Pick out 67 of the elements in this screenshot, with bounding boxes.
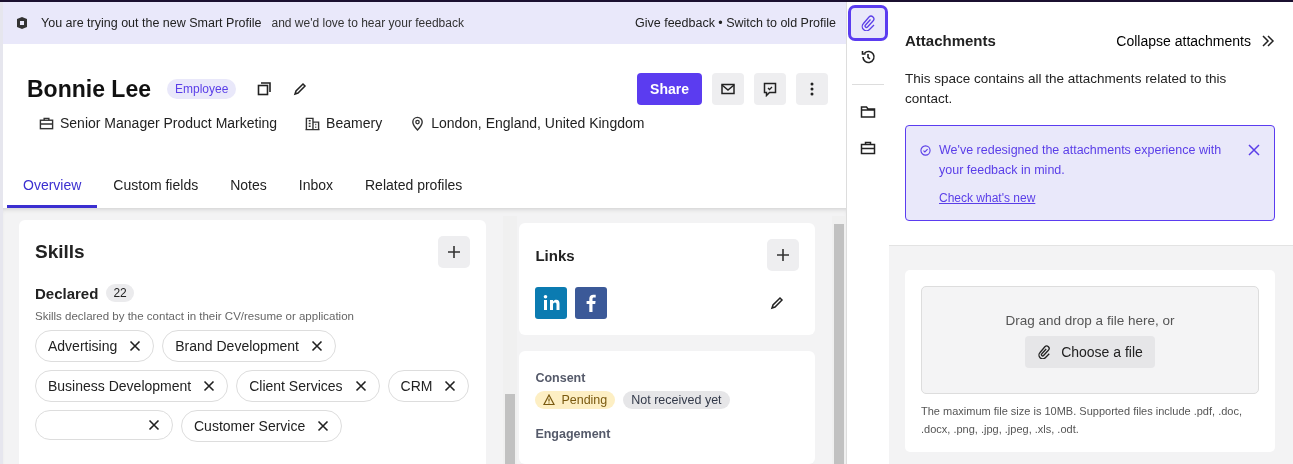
plus-icon[interactable] bbox=[775, 247, 791, 263]
folder-icon[interactable] bbox=[860, 104, 876, 120]
section-title: Declared bbox=[35, 284, 99, 302]
warning-icon bbox=[543, 394, 556, 406]
location-pin-icon bbox=[410, 115, 426, 131]
banner-subtext: and we'd love to hear your feedback bbox=[271, 16, 464, 30]
status-tag: Pending bbox=[535, 391, 616, 409]
share-button[interactable]: Share bbox=[637, 73, 702, 105]
profile-name: Bonnie Lee bbox=[27, 75, 151, 103]
envelope-icon[interactable] bbox=[720, 81, 736, 97]
message-button[interactable] bbox=[754, 73, 786, 105]
add-button[interactable] bbox=[438, 236, 471, 268]
scrollbar[interactable] bbox=[503, 216, 518, 464]
skills-title: Skills bbox=[35, 241, 85, 263]
whats-new-link[interactable]: Check what's new bbox=[939, 188, 1036, 208]
collapse-button[interactable]: Collapse attachments bbox=[1116, 32, 1275, 49]
section-hint: Skills declared by the contact in their CV/resume or application bbox=[35, 310, 355, 322]
copy-icon[interactable] bbox=[256, 81, 273, 97]
paperclip-icon[interactable] bbox=[1037, 344, 1052, 359]
profile-detail: Senior Manager Product Marketing bbox=[60, 115, 278, 131]
briefcase-icon bbox=[39, 115, 54, 131]
consent-label: Consent bbox=[535, 371, 587, 385]
drop-zone[interactable]: Drag and drop a file here, or Choose a file bbox=[921, 286, 1259, 394]
close-icon[interactable] bbox=[1248, 144, 1260, 156]
edit-icon[interactable] bbox=[769, 295, 785, 311]
paperclip-icon[interactable] bbox=[860, 15, 876, 31]
building-icon bbox=[305, 115, 321, 131]
choose-file-button[interactable]: Choose a file bbox=[1025, 335, 1155, 368]
remove-icon[interactable] bbox=[148, 419, 160, 431]
edit-icon[interactable] bbox=[292, 81, 309, 97]
scrollbar[interactable] bbox=[832, 216, 846, 464]
attachment-tab[interactable] bbox=[851, 8, 885, 38]
briefcase-icon[interactable] bbox=[860, 140, 876, 156]
history-icon[interactable] bbox=[860, 49, 876, 65]
profile-tab[interactable]: Inbox bbox=[282, 177, 349, 208]
check-circle-icon bbox=[920, 145, 931, 156]
remove-icon[interactable] bbox=[444, 380, 457, 392]
count-badge: 22 bbox=[106, 284, 134, 302]
feedback-links[interactable]: Give feedback • Switch to old Profile bbox=[635, 16, 836, 30]
email-button[interactable] bbox=[712, 73, 744, 105]
engagement-label: Engagement bbox=[535, 427, 612, 441]
remove-icon[interactable] bbox=[311, 340, 323, 352]
profile-detail: Beamery bbox=[326, 115, 383, 131]
remove-icon[interactable] bbox=[317, 420, 330, 432]
profile-detail: London, England, United Kingdom bbox=[431, 115, 645, 131]
banner-message: You are trying out the new Smart Profile bbox=[41, 16, 262, 30]
facebook-icon[interactable] bbox=[575, 287, 608, 319]
profile-tab[interactable]: Custom fields bbox=[97, 177, 215, 208]
logo-icon bbox=[15, 16, 29, 30]
notice-text: We've redesigned the attachments experience with your feedback in mind. bbox=[939, 142, 1223, 179]
role-badge: Employee bbox=[166, 79, 237, 99]
panel-description: This space contains all the attachments related to this contact. bbox=[905, 70, 1228, 108]
drop-text: Drag and drop a file here, or bbox=[1005, 312, 1175, 328]
add-button[interactable] bbox=[767, 239, 799, 271]
profile-tab[interactable]: Notes bbox=[214, 177, 283, 208]
profile-tab[interactable]: Related profiles bbox=[349, 177, 479, 208]
double-chevron-icon[interactable] bbox=[1261, 33, 1275, 48]
links-title: Links bbox=[535, 246, 575, 264]
chat-check-icon[interactable] bbox=[762, 81, 778, 97]
plus-icon[interactable] bbox=[446, 244, 463, 260]
panel-title: Attachments bbox=[905, 32, 996, 49]
remove-icon[interactable] bbox=[129, 340, 142, 352]
remove-icon[interactable] bbox=[203, 380, 216, 392]
linkedin-icon[interactable] bbox=[535, 287, 568, 319]
file-limits-text: The maximum file size is 10MB. Supported files include .pdf, .doc, .docx, .png, .jpg, .jpeg, .xls, .odt. bbox=[921, 404, 1243, 437]
status-tag: Not received yet bbox=[623, 391, 730, 409]
remove-icon[interactable] bbox=[354, 380, 367, 392]
